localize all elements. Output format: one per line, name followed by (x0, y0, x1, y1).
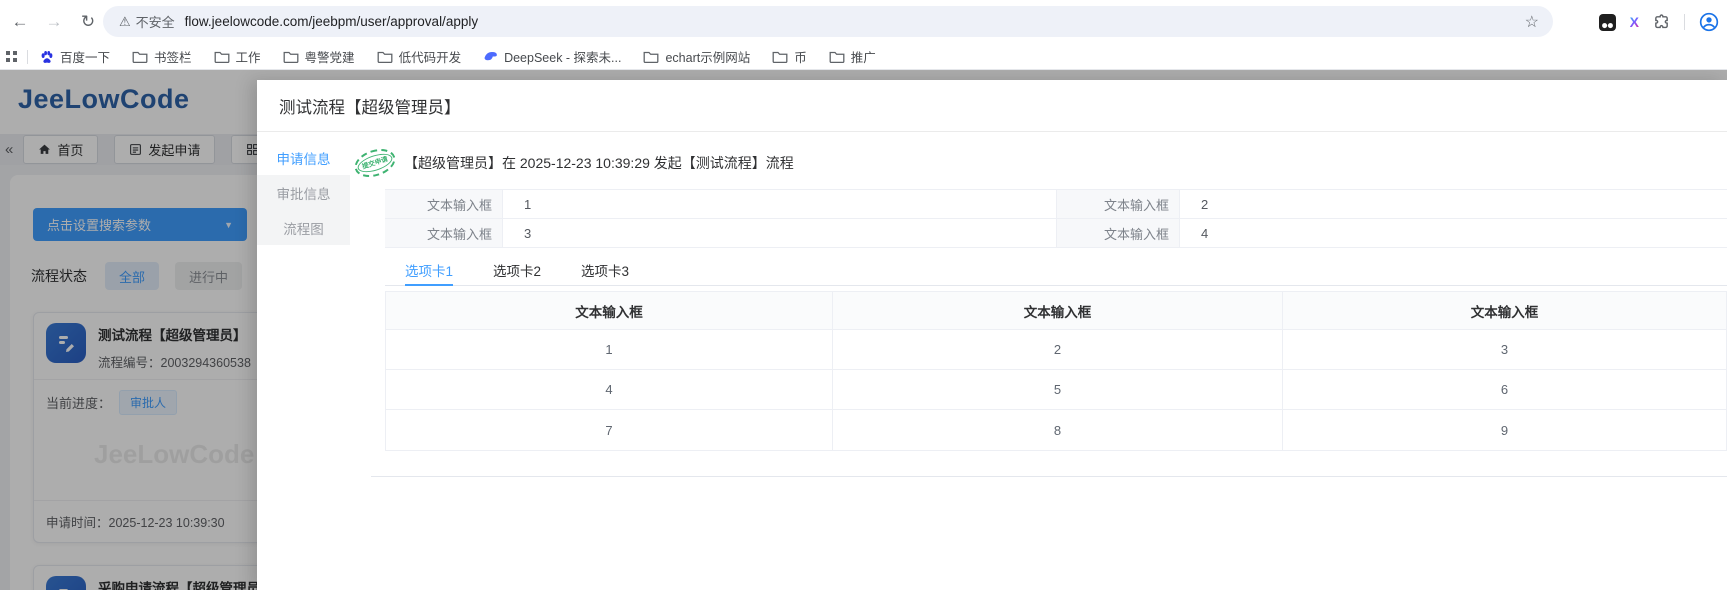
drawer-header: 测试流程【超级管理员】 (257, 80, 1727, 132)
tab-option-2[interactable]: 选项卡2 (493, 254, 541, 285)
table-cell: 1 (386, 330, 833, 370)
table-cell: 4 (386, 370, 833, 410)
bookmark-label: 低代码开发 (398, 51, 462, 65)
bookmark-baidu[interactable]: 百度一下 (40, 47, 110, 66)
process-detail-drawer: 测试流程【超级管理员】 申请信息 审批信息 流程图 提交申请 【超级管理员】在 … (257, 80, 1727, 590)
apps-grid-icon[interactable] (6, 51, 17, 62)
folder-icon (283, 51, 298, 63)
field-label: 文本输入框 (385, 219, 503, 248)
drawer-content: 提交申请 【超级管理员】在 2025-12-23 10:39:29 发起【测试流… (350, 132, 1727, 590)
folder-icon (214, 51, 229, 63)
bookmark-label: 工作 (235, 51, 261, 65)
drawer-title: 测试流程【超级管理员】 (279, 98, 461, 117)
table-cell: 3 (1283, 330, 1727, 370)
field-value: 1 (503, 190, 1057, 219)
url-text[interactable]: flow.jeelowcode.com/jeebpm/user/approval… (185, 14, 1525, 29)
bookmark-folder[interactable]: 低代码开发 (377, 47, 462, 66)
field-value: 3 (503, 219, 1057, 248)
toolbar-separator (1684, 14, 1685, 30)
extensions-area: X (1598, 0, 1719, 44)
initiator-row: 提交申请 【超级管理员】在 2025-12-23 10:39:29 发起【测试流… (351, 144, 1727, 182)
bookmark-label: 书签栏 (154, 51, 192, 65)
bookmarks-bar: 百度一下 书签栏 工作 粤警党建 低代码开发 DeepSeek - 探索未...… (0, 44, 1727, 70)
table-row: 4 5 6 (386, 370, 1727, 410)
tab-option-1[interactable]: 选项卡1 (405, 254, 454, 286)
deepseek-icon (484, 52, 497, 61)
table-cell: 6 (1283, 370, 1727, 410)
bookmarks-separator (27, 49, 28, 64)
bookmark-label: 币 (794, 51, 807, 65)
table-cell: 5 (833, 370, 1283, 410)
bookmark-label: 粤警党建 (304, 51, 355, 65)
form-fields-table: 文本输入框 1 文本输入框 2 文本输入框 3 文本输入框 4 (385, 189, 1727, 248)
bookmark-deepseek[interactable]: DeepSeek - 探索未... (483, 47, 621, 66)
bookmark-label: DeepSeek - 探索未... (504, 51, 622, 65)
profile-avatar-icon[interactable] (1699, 12, 1719, 32)
folder-icon (829, 51, 845, 63)
tab-option-3[interactable]: 选项卡3 (581, 254, 629, 285)
bookmark-folder[interactable]: 推广 (829, 47, 876, 66)
address-bar[interactable]: ⚠ 不安全 flow.jeelowcode.com/jeebpm/user/ap… (103, 6, 1553, 37)
section-divider (371, 476, 1727, 477)
extension-x-icon[interactable]: X (1630, 14, 1639, 30)
bookmark-folder[interactable]: 书签栏 (132, 47, 192, 66)
tab-approval-info[interactable]: 审批信息 (257, 175, 350, 210)
tab-flow-chart[interactable]: 流程图 (257, 210, 350, 245)
forward-icon[interactable]: → (40, 8, 68, 36)
table-cell: 2 (833, 330, 1283, 370)
folder-icon (772, 51, 788, 63)
field-value: 4 (1180, 219, 1727, 248)
field-label: 文本输入框 (1057, 190, 1180, 219)
bookmark-label: 百度一下 (60, 51, 111, 65)
bookmark-label: echart示例网站 (665, 51, 751, 65)
table-header-row: 文本输入框 文本输入框 文本输入框 (386, 292, 1727, 330)
column-header: 文本输入框 (1283, 292, 1727, 330)
bookmark-folder[interactable]: 币 (772, 47, 807, 66)
browser-toolbar: ← → ↻ ⚠ 不安全 flow.jeelowcode.com/jeebpm/u… (0, 0, 1727, 44)
extension-icon[interactable] (1598, 13, 1616, 31)
folder-icon (377, 51, 393, 63)
page-viewport: JeeLowCode « 首页 发起申请 流 点击设置搜索参数 ▼ 流程状态 全… (0, 70, 1727, 590)
folder-icon (644, 51, 659, 63)
extensions-puzzle-icon[interactable] (1653, 13, 1670, 31)
tab-apply-info[interactable]: 申请信息 (257, 140, 350, 175)
initiator-text: 【超级管理员】在 2025-12-23 10:39:29 发起【测试流程】流程 (404, 155, 794, 171)
back-icon[interactable]: ← (6, 8, 34, 36)
inner-tab-bar: 选项卡1 选项卡2 选项卡3 (385, 254, 1727, 286)
submit-stamp-icon: 提交申请 (351, 144, 399, 182)
table-row: 7 8 9 (386, 410, 1727, 450)
column-header: 文本输入框 (833, 292, 1283, 330)
baidu-paw-icon (41, 50, 53, 63)
reload-icon[interactable]: ↻ (74, 8, 102, 36)
table-cell: 9 (1283, 410, 1727, 450)
bookmark-folder[interactable]: echart示例网站 (643, 47, 750, 66)
bookmark-folder[interactable]: 粤警党建 (283, 47, 355, 66)
drawer-side-tabs: 申请信息 审批信息 流程图 (257, 132, 350, 590)
table-cell: 7 (386, 410, 833, 450)
sub-form-table: 文本输入框 文本输入框 文本输入框 1 2 3 4 5 6 7 8 9 (385, 291, 1727, 451)
warning-icon: ⚠ (119, 13, 131, 29)
field-label: 文本输入框 (385, 190, 503, 219)
table-row: 1 2 3 (386, 330, 1727, 370)
bookmark-label: 推广 (850, 51, 876, 65)
bookmark-star-icon[interactable]: ☆ (1525, 12, 1539, 32)
drawer-body: 申请信息 审批信息 流程图 提交申请 【超级管理员】在 2025-12-23 1… (257, 132, 1727, 590)
field-value: 2 (1180, 190, 1727, 219)
folder-icon (132, 51, 148, 63)
bookmark-folder[interactable]: 工作 (214, 47, 261, 66)
column-header: 文本输入框 (386, 292, 833, 330)
security-label[interactable]: 不安全 (136, 12, 175, 31)
field-label: 文本输入框 (1057, 219, 1180, 248)
table-cell: 8 (833, 410, 1283, 450)
